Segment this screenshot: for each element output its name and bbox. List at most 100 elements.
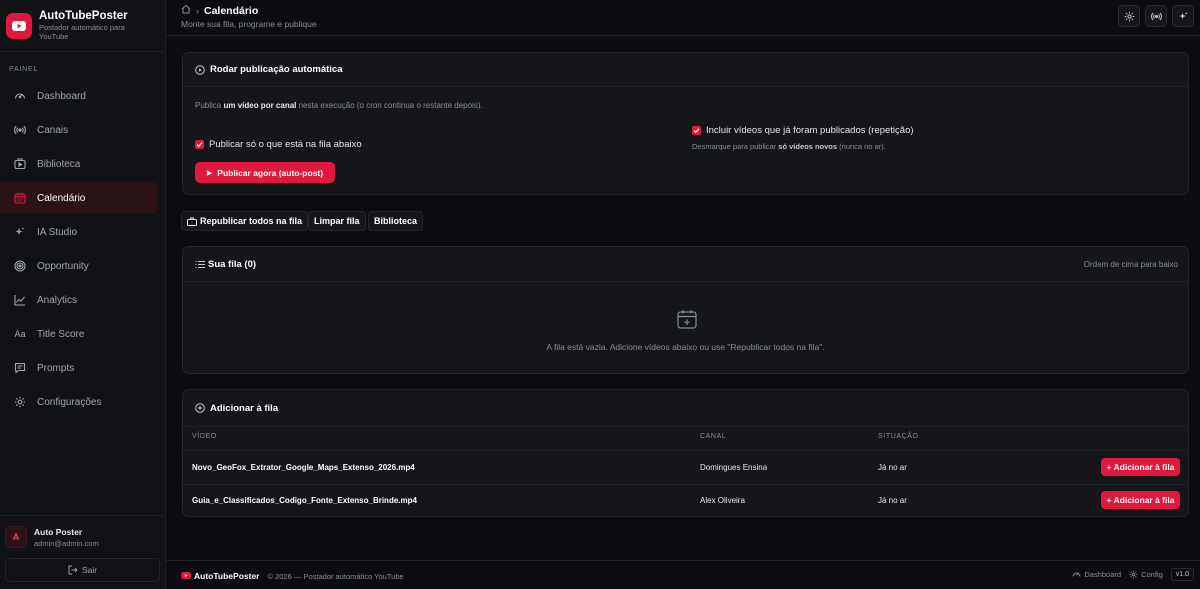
table-divider (182, 426, 1189, 427)
sidebar-section-label: PAINEL (9, 66, 39, 73)
column-header-status: SITUAÇÃO (878, 433, 919, 440)
play-circle-icon (195, 64, 205, 75)
logout-button[interactable]: Sair (5, 558, 160, 582)
gauge-icon (13, 89, 27, 103)
topbar: › Calendário Monte sua fila, programe e … (166, 0, 1200, 36)
add-to-queue-button[interactable]: + Adicionar à fila (1101, 458, 1180, 476)
sparkles-icon (1178, 11, 1188, 19)
sidebar-item-configuracoes[interactable]: Configurações (0, 386, 158, 418)
footer-copyright: © 2026 — Postador automático YouTube (267, 571, 404, 581)
sidebar-item-label: Canais (37, 124, 69, 136)
sidebar-item-ia-studio[interactable]: IA Studio (0, 216, 158, 248)
gear-icon (1124, 11, 1134, 21)
list-icon (195, 260, 205, 268)
broadcast-icon (1150, 12, 1162, 20)
footer-brand: AutoTubePoster (194, 571, 260, 581)
status-text: Já no ar (878, 496, 907, 505)
sidebar-item-canais[interactable]: Canais (0, 114, 158, 146)
text-aa-icon: Aa (14, 329, 26, 339)
page-subtitle: Monte sua fila, programe e publique (181, 19, 317, 29)
youtube-logo-icon (6, 12, 32, 39)
sidebar-item-label: Prompts (37, 362, 75, 374)
brand-title: AutoTubePoster (39, 10, 128, 22)
sidebar-item-calendario[interactable]: Calendário (0, 182, 158, 214)
table-divider (182, 484, 1189, 485)
queue-empty-text: A fila está vazia. Adicione vídeos abaix… (546, 342, 825, 352)
logout-icon (68, 565, 78, 575)
video-library-icon (13, 157, 27, 171)
republish-all-button[interactable]: Republicar todos na fila (181, 211, 309, 231)
sidebar-item-label: Configurações (37, 396, 102, 408)
avatar: A (5, 526, 27, 548)
include-published-hint: Desmarque para publicar só vídeos novos … (692, 142, 886, 151)
gear-icon (13, 395, 27, 409)
settings-button[interactable] (1118, 5, 1140, 27)
user-name: Auto Poster (34, 526, 83, 537)
message-icon (13, 361, 27, 375)
add-title: Adicionar à fila (210, 402, 279, 414)
home-icon[interactable] (181, 4, 191, 17)
page-title: Calendário (204, 4, 259, 17)
chevron-right-icon: › (196, 5, 199, 16)
sidebar-item-label: IA Studio (37, 226, 78, 238)
briefcase-icon (187, 217, 197, 226)
footer-dashboard-link[interactable]: Dashboard (1072, 570, 1121, 579)
version-badge: v1.0 (1170, 568, 1194, 581)
channel-name: Alex Oliveira (700, 496, 745, 505)
sidebar-item-label: Opportunity (37, 260, 89, 272)
queue-card: Sua fila (0) Ordem de cima para baixo A … (182, 246, 1189, 374)
autopost-card: Rodar publicação automática Publica um v… (182, 52, 1189, 195)
sidebar-item-label: Biblioteca (37, 158, 81, 170)
ai-studio-button[interactable] (1172, 5, 1194, 27)
logout-label: Sair (81, 565, 98, 575)
calendar-plus-icon (676, 308, 698, 333)
queue-title: Sua fila (0) (208, 258, 257, 270)
autopost-description: Publica um vídeo por canal nesta execuçã… (195, 101, 483, 110)
brand[interactable]: AutoTubePoster Postador automático para … (0, 0, 165, 52)
library-button[interactable]: Biblioteca (368, 211, 424, 231)
column-header-channel: CANAL (700, 433, 727, 440)
sidebar-item-label: Calendário (37, 192, 86, 204)
footer-config-link[interactable]: Config (1129, 570, 1163, 579)
sidebar: AutoTubePoster Postador automático para … (0, 0, 166, 589)
gauge-icon (1073, 572, 1081, 577)
include-published-checkbox[interactable]: Incluir vídeos que já foram publicados (… (692, 125, 914, 136)
footer: AutoTubePoster © 2026 — Postador automát… (166, 560, 1200, 589)
sidebar-item-label: Analytics (37, 294, 78, 306)
add-to-queue-button[interactable]: + Adicionar à fila (1101, 491, 1180, 509)
column-header-video: VÍDEO (192, 433, 217, 440)
sidebar-item-analytics[interactable]: Analytics (0, 284, 158, 316)
plus-circle-icon (195, 403, 205, 413)
sidebar-item-label: Title Score (37, 328, 85, 340)
channel-name: Domingues Ensina (700, 463, 768, 472)
breadcrumb: › Calendário (181, 4, 258, 17)
include-published-label: Incluir vídeos que já foram publicados (… (706, 125, 914, 136)
clear-queue-button[interactable]: Limpar fila (308, 211, 366, 231)
video-filename: Novo_GeoFox_Extrator_Google_Maps_Extenso… (192, 463, 415, 472)
channels-button[interactable] (1145, 5, 1167, 27)
queue-order-hint: Ordem de cima para baixo (1083, 260, 1178, 269)
checkmark-icon (692, 126, 701, 135)
autopost-title: Rodar publicação automática (210, 64, 343, 75)
status-text: Já no ar (878, 463, 907, 472)
sparkles-icon (13, 225, 27, 239)
target-icon (13, 259, 27, 273)
video-filename: Guia_e_Classificados_Codigo_Fonte_Extens… (192, 496, 417, 505)
gear-icon (1129, 570, 1138, 579)
sidebar-item-label: Dashboard (37, 90, 86, 102)
sidebar-item-biblioteca[interactable]: Biblioteca (0, 148, 158, 180)
line-chart-icon (13, 293, 27, 307)
user-email: admin@admin.com (34, 538, 99, 548)
broadcast-icon (13, 123, 27, 137)
play-icon: ▶ (206, 169, 213, 177)
table-divider (182, 450, 1189, 451)
sidebar-item-opportunity[interactable]: Opportunity (0, 250, 158, 282)
sidebar-item-dashboard[interactable]: Dashboard (0, 80, 158, 112)
checkmark-icon (195, 140, 204, 149)
publish-now-button[interactable]: ▶ Publicar agora (auto-post) (195, 162, 335, 183)
sidebar-item-title-score[interactable]: Aa Title Score (0, 318, 158, 350)
youtube-logo-icon (181, 571, 191, 581)
brand-subtitle: Postador automático para YouTube (39, 23, 125, 41)
sidebar-item-prompts[interactable]: Prompts (0, 352, 158, 384)
only-queue-checkbox[interactable]: Publicar só o que está na fila abaixo (195, 139, 362, 150)
